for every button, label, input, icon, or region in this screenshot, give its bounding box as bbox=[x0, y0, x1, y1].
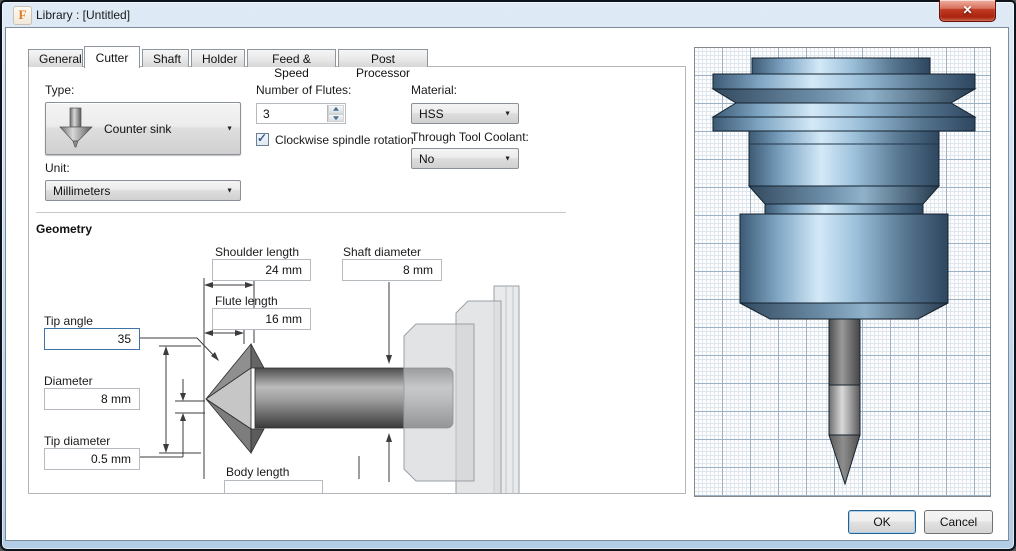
tab-shaft[interactable]: Shaft bbox=[142, 49, 189, 67]
library-dialog: F Library : [Untitled] ✕ General Cutter … bbox=[0, 0, 1016, 551]
tab-cutter[interactable]: Cutter bbox=[84, 46, 140, 68]
flutes-label: Number of Flutes: bbox=[256, 83, 352, 97]
tab-post-processor[interactable]: Post Processor bbox=[338, 49, 428, 80]
geometry-section-title: Geometry bbox=[36, 222, 93, 236]
chevron-down-icon: ▼ bbox=[226, 125, 233, 132]
diameter-input[interactable]: 8 mm bbox=[44, 388, 140, 410]
ok-button[interactable]: OK bbox=[848, 510, 916, 534]
shaft-diameter-label: Shaft diameter bbox=[343, 245, 422, 259]
flutes-value: 3 bbox=[263, 107, 270, 121]
coolant-label: Through Tool Coolant: bbox=[411, 130, 529, 144]
body-length-label: Body length bbox=[226, 465, 290, 479]
window-title: Library : [Untitled] bbox=[36, 8, 131, 22]
spin-down-icon[interactable] bbox=[328, 113, 344, 122]
spindle-rotation-checkbox[interactable]: ✓ bbox=[256, 131, 269, 146]
tip-diameter-input[interactable]: 0.5 mm bbox=[44, 448, 140, 470]
tool-preview-panel[interactable] bbox=[694, 47, 991, 497]
close-button[interactable]: ✕ bbox=[939, 0, 996, 22]
flutes-input[interactable]: 3 bbox=[256, 103, 346, 124]
tip-angle-label: Tip angle bbox=[44, 314, 93, 328]
type-dropdown[interactable]: Counter sink ▼ bbox=[45, 102, 241, 155]
unit-label: Unit: bbox=[45, 161, 70, 175]
section-divider bbox=[36, 212, 566, 213]
diameter-label: Diameter bbox=[44, 374, 93, 388]
tab-holder[interactable]: Holder bbox=[191, 49, 245, 67]
flute-length-input[interactable]: 16 mm bbox=[212, 308, 311, 330]
cancel-button[interactable]: Cancel bbox=[924, 510, 993, 534]
tool-3d-preview bbox=[711, 57, 977, 486]
cutter-tab-panel: Type: Counter sink ▼ Unit: Millimeters ▼ bbox=[28, 66, 686, 494]
spindle-rotation-label[interactable]: Clockwise spindle rotation bbox=[275, 133, 414, 147]
chevron-down-icon: ▼ bbox=[504, 155, 511, 162]
tip-angle-input[interactable]: 35 bbox=[44, 328, 140, 350]
check-icon: ✓ bbox=[257, 131, 268, 145]
tab-general[interactable]: General bbox=[28, 49, 83, 67]
unit-dropdown[interactable]: Millimeters ▼ bbox=[45, 180, 241, 201]
flute-length-label: Flute length bbox=[215, 294, 278, 308]
chevron-down-icon: ▼ bbox=[226, 187, 233, 194]
coolant-value: No bbox=[419, 151, 435, 166]
title-bar[interactable]: F Library : [Untitled] ✕ bbox=[2, 0, 1014, 28]
body-length-input[interactable] bbox=[224, 480, 323, 493]
coolant-dropdown[interactable]: No ▼ bbox=[411, 148, 519, 169]
tip-diameter-label: Tip diameter bbox=[44, 434, 111, 448]
material-dropdown[interactable]: HSS ▼ bbox=[411, 103, 519, 124]
app-logo-icon: F bbox=[13, 6, 32, 25]
countersink-tool-icon bbox=[59, 107, 93, 148]
chevron-down-icon: ▼ bbox=[504, 110, 511, 117]
shoulder-length-label: Shoulder length bbox=[215, 245, 300, 259]
material-value: HSS bbox=[419, 106, 444, 121]
unit-value: Millimeters bbox=[53, 183, 111, 198]
material-label: Material: bbox=[411, 83, 458, 97]
type-label: Type: bbox=[45, 83, 75, 97]
spin-up-icon[interactable] bbox=[328, 105, 344, 114]
shoulder-length-input[interactable]: 24 mm bbox=[212, 259, 311, 281]
type-value: Counter sink bbox=[104, 121, 172, 136]
tab-feed-speed[interactable]: Feed & Speed bbox=[247, 49, 336, 80]
flutes-spinner[interactable] bbox=[327, 105, 344, 122]
shaft-diameter-input[interactable]: 8 mm bbox=[342, 259, 442, 281]
